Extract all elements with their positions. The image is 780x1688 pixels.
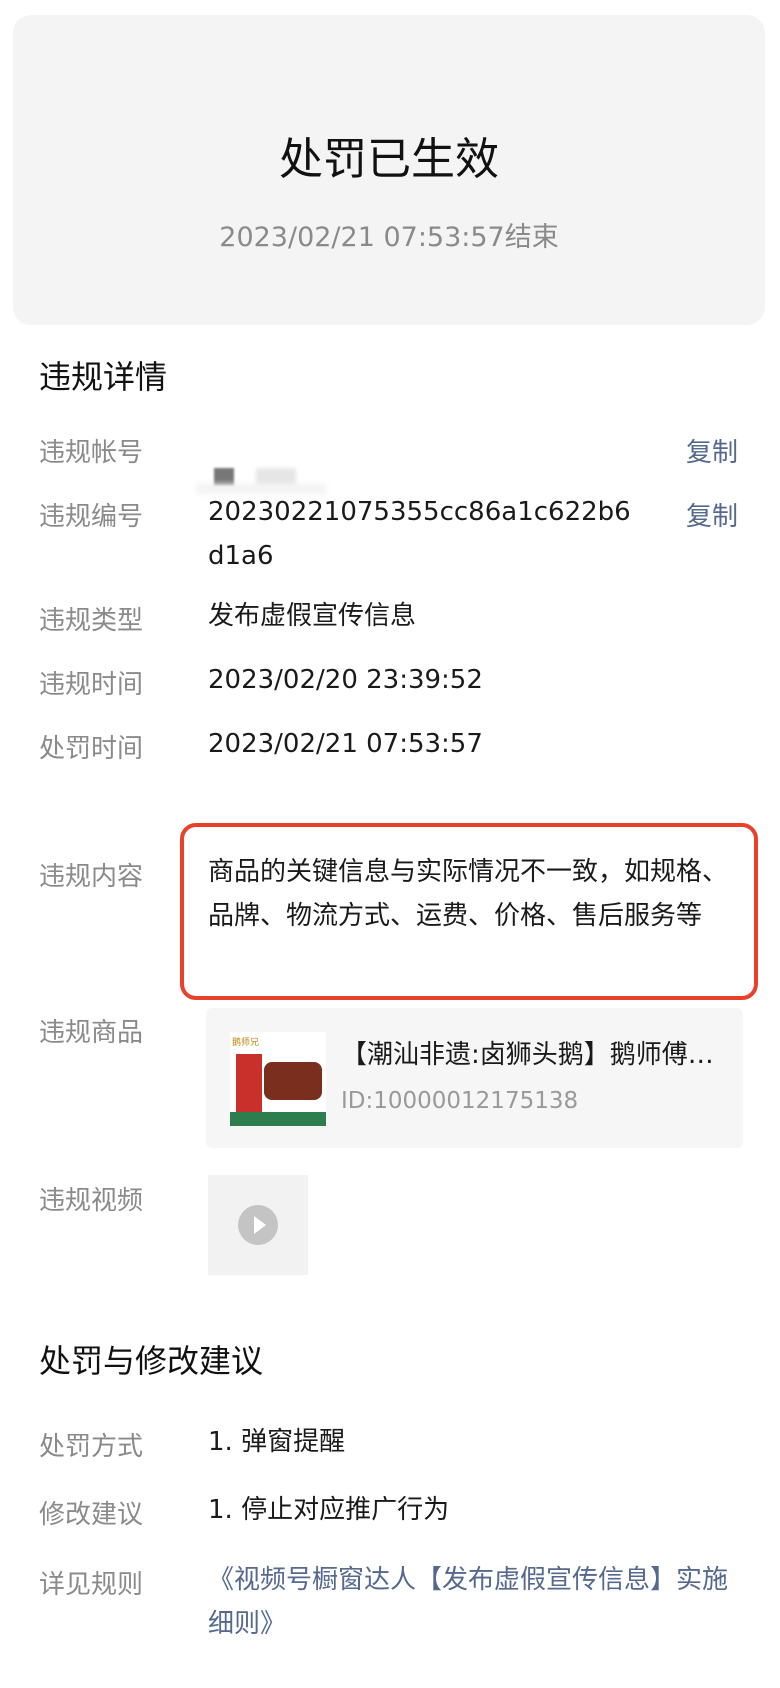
product-id: ID:10000012175138	[341, 1088, 579, 1114]
product-title: 【潮汕非遗:卤狮头鹅】鹅师傅卤狮头鹅	[341, 1040, 726, 1070]
product-card[interactable]: 鹅师兄 【潮汕非遗:卤狮头鹅】鹅师傅卤狮头鹅 ID:10000012175138	[206, 1008, 743, 1148]
type-label: 违规类型	[39, 606, 144, 636]
method-label: 处罚方式	[39, 1432, 144, 1462]
copy-number-button[interactable]: 复制	[686, 496, 738, 533]
account-label: 违规帐号	[39, 438, 144, 468]
product-thumb-meat	[264, 1062, 322, 1100]
content-value: 商品的关键信息与实际情况不一致，如规格、品牌、物流方式、运费、价格、售后服务等	[208, 857, 729, 931]
rule-label: 详见规则	[39, 1570, 144, 1600]
status-title: 处罚已生效	[279, 134, 499, 185]
penalty-section-title: 处罚与修改建议	[39, 1342, 264, 1380]
product-thumb-band	[230, 1112, 326, 1126]
product-thumb-brand: 鹅师兄	[232, 1038, 260, 1048]
video-label: 违规视频	[39, 1186, 144, 1216]
time-value: 2023/02/20 23:39:52	[208, 665, 483, 695]
method-value: 1. 弹窗提醒	[208, 1427, 346, 1457]
penalty-time-label: 处罚时间	[39, 734, 144, 764]
rule-link[interactable]: 《视频号橱窗达人【发布虚假宣传信息】实施细则》	[208, 1558, 748, 1646]
violation-section-title: 违规详情	[39, 358, 168, 396]
suggestion-label: 修改建议	[39, 1500, 144, 1530]
type-value: 发布虚假宣传信息	[208, 601, 417, 631]
play-icon	[238, 1205, 278, 1245]
penalty-time-value: 2023/02/21 07:53:57	[208, 729, 483, 759]
video-thumbnail[interactable]	[208, 1175, 308, 1275]
number-value: 20230221075355cc86a1c622b6d1a6	[208, 497, 631, 571]
product-label: 违规商品	[39, 1018, 144, 1048]
number-label: 违规编号	[39, 502, 144, 532]
copy-account-button[interactable]: 复制	[686, 432, 738, 469]
content-label: 违规内容	[39, 862, 144, 892]
product-thumbnail: 鹅师兄	[230, 1032, 326, 1126]
status-card: 处罚已生效 2023/02/21 07:53:57结束	[13, 15, 765, 325]
suggestion-value: 1. 停止对应推广行为	[208, 1495, 450, 1525]
time-label: 违规时间	[39, 670, 144, 700]
status-end-time: 2023/02/21 07:53:57结束	[219, 222, 559, 253]
product-thumb-box	[236, 1054, 262, 1112]
